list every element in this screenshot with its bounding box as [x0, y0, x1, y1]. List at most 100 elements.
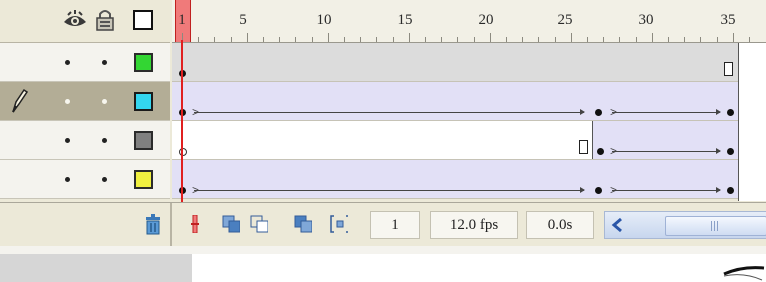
ruler-tick [489, 33, 491, 42]
lock-dot[interactable] [102, 99, 107, 104]
keyframe[interactable] [727, 109, 734, 116]
keyframe[interactable] [595, 187, 602, 194]
ruler-tick [651, 33, 653, 42]
ruler-label: 25 [557, 12, 573, 28]
frame-row-3[interactable]: > [172, 121, 739, 160]
lock-dot[interactable] [102, 60, 107, 65]
keyframe[interactable] [595, 109, 602, 116]
tween-start-marker: > [610, 144, 618, 158]
ruler-tick [230, 37, 232, 42]
ruler-tick [587, 37, 588, 42]
tween-arrow [612, 148, 721, 154]
edit-multiple-frames-icon[interactable] [294, 215, 312, 233]
ruler-label: 35 [720, 12, 736, 28]
ruler-tick [214, 37, 216, 42]
tween-start-marker: > [610, 183, 618, 197]
onion-skin-icon[interactable] [222, 215, 240, 233]
ruler-label: 10 [316, 12, 332, 28]
layer-color-swatch[interactable] [134, 53, 153, 72]
scrollbar-thumb[interactable] [665, 216, 766, 236]
ruler-tick [538, 37, 540, 42]
horizontal-scrollbar[interactable] [604, 211, 766, 239]
ruler-tick [619, 37, 621, 42]
onion-skin-outlines-icon[interactable] [250, 215, 268, 233]
ruler-tick [716, 37, 718, 42]
ruler-tick [392, 37, 394, 42]
ruler-tick [376, 37, 378, 42]
ruler-label: 20 [478, 12, 494, 28]
trash-icon[interactable] [143, 213, 163, 235]
ruler-tick [360, 37, 362, 42]
pencil-icon [12, 88, 28, 113]
layer-row-1[interactable] [0, 43, 170, 82]
lock-icon[interactable] [94, 8, 116, 32]
tween-arrow [612, 187, 721, 193]
frame-row-2[interactable]: > > [172, 82, 738, 121]
lock-dot[interactable] [102, 177, 107, 182]
ruler-label: 15 [397, 12, 413, 28]
tween-start-marker: > [192, 105, 200, 119]
ruler-tick [441, 37, 443, 42]
panel-divider[interactable] [0, 246, 766, 254]
visibility-dot[interactable] [65, 99, 70, 104]
end-frame[interactable] [724, 62, 733, 76]
frame-area-empty [738, 43, 766, 201]
elapsed-time-readout: 0.0s [526, 211, 594, 239]
center-frame-icon[interactable] [186, 215, 204, 233]
frame-row-4[interactable]: > > [172, 160, 738, 199]
ruler-tick [522, 37, 524, 42]
ruler-tick [457, 37, 459, 42]
visibility-dot[interactable] [65, 177, 70, 182]
eye-icon[interactable] [62, 10, 88, 30]
ruler-tick [570, 33, 572, 42]
timeline-footer: 1 12.0 fps 0.0s [0, 202, 766, 247]
outline-square-icon[interactable] [133, 10, 153, 30]
lock-dot[interactable] [102, 138, 107, 143]
visibility-dot[interactable] [65, 138, 70, 143]
frame-row-1[interactable] [172, 43, 738, 82]
layer-color-swatch[interactable] [134, 170, 153, 189]
frame-rate-readout[interactable]: 12.0 fps [430, 211, 518, 239]
tween-arrow [612, 109, 721, 115]
ruler-label: 1 [178, 12, 186, 28]
footer-divider [170, 203, 172, 247]
layer-color-swatch[interactable] [134, 92, 153, 111]
stage-pasteboard [0, 254, 192, 282]
chevron-left-icon[interactable] [611, 217, 623, 233]
ruler-tick [198, 37, 200, 42]
timeline-panel: 1 5 10 15 20 25 30 35 > > > > > 1 12.0 f… [0, 0, 766, 247]
layer-header [0, 0, 170, 43]
ruler-tick [344, 37, 345, 42]
ruler-tick [327, 33, 329, 42]
visibility-dot[interactable] [65, 60, 70, 65]
tween-arrow [194, 109, 585, 115]
stage-shape-curve [723, 266, 765, 281]
end-frame[interactable] [579, 140, 588, 154]
ruler-tick [668, 37, 669, 42]
ruler-label: 5 [239, 12, 247, 28]
tween-arrow [194, 187, 585, 193]
modify-onion-markers-icon[interactable] [330, 215, 348, 233]
keyframe[interactable] [727, 148, 734, 155]
ruler-tick [603, 37, 605, 42]
layer-color-swatch[interactable] [134, 131, 153, 150]
ruler-tick [749, 37, 750, 42]
layer-row-2[interactable] [0, 82, 170, 121]
tween-start-marker: > [192, 183, 200, 197]
ruler-tick [263, 37, 264, 42]
ruler-tick [700, 37, 702, 42]
layer-row-3[interactable] [0, 121, 170, 160]
ruler-tick [311, 37, 313, 42]
layer-row-4[interactable] [0, 160, 170, 199]
ruler-tick [425, 37, 426, 42]
ruler-tick [473, 37, 475, 42]
keyframe[interactable] [597, 148, 604, 155]
keyframe[interactable] [727, 187, 734, 194]
ruler-tick [635, 37, 637, 42]
tween-start-marker: > [610, 105, 618, 119]
ruler-tick [279, 37, 281, 42]
ruler-tick [295, 37, 297, 42]
ruler-tick [732, 33, 734, 42]
frame-ruler[interactable]: 1 5 10 15 20 25 30 35 [172, 0, 766, 43]
playhead-line[interactable] [181, 40, 183, 202]
